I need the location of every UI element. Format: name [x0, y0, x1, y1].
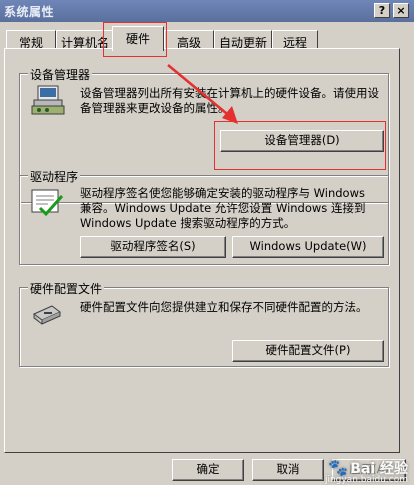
- hardware-profiles-title: 硬件配置文件: [28, 280, 105, 297]
- watermark: 🐾 Bai 经验 jingyan.baidu.com: [325, 458, 408, 485]
- tab-hardware[interactable]: 硬件: [112, 26, 164, 51]
- title-bar: 系统属性 ? ×: [0, 0, 414, 22]
- cancel-button[interactable]: 取消: [252, 459, 324, 481]
- device-manager-title: 设备管理器: [28, 66, 93, 83]
- driver-signing-icon: [31, 189, 64, 217]
- device-manager-description: 设备管理器列出所有安装在计算机上的硬件设备。请使用设备管理器来更改设备的属性。: [80, 86, 379, 115]
- tab-computer-name[interactable]: 计算机名: [56, 30, 114, 50]
- drivers-description: 驱动程序签名使您能够确定安装的驱动程序与 Windows 兼容。Windows …: [80, 186, 366, 230]
- hardware-panel: 设备管理器 设备管理器列出所有安装在计算机上的硬件设备。请使用设备管理器来更改设…: [4, 48, 400, 453]
- hardware-profiles-group: 硬件配置文件 硬件配置文件向您提供建立和保存不同硬件配置的方法。 硬件配置文件(…: [19, 280, 389, 367]
- tab-remote[interactable]: 远程: [272, 30, 318, 50]
- tab-advanced[interactable]: 高级: [164, 30, 214, 50]
- window-title: 系统属性: [4, 5, 55, 19]
- driver-signing-button[interactable]: 驱动程序签名(S): [80, 236, 226, 258]
- drivers-group: 驱动程序 驱动程序签名使您能够确定安装的驱动程序与 Windows 兼容。Win…: [19, 168, 389, 265]
- help-button[interactable]: ?: [374, 3, 390, 18]
- device-manager-icon: [31, 85, 65, 115]
- close-button[interactable]: ×: [393, 3, 409, 18]
- hardware-profiles-description: 硬件配置文件向您提供建立和保存不同硬件配置的方法。: [80, 300, 368, 314]
- hardware-profile-icon: [33, 305, 61, 325]
- tab-auto-update[interactable]: 自动更新: [214, 30, 272, 50]
- tab-strip: 常规 计算机名 硬件 高级 自动更新 远程: [0, 22, 414, 51]
- drivers-title: 驱动程序: [28, 168, 81, 185]
- windows-update-button[interactable]: Windows Update(W): [232, 236, 384, 258]
- ok-button[interactable]: 确定: [172, 459, 244, 481]
- device-manager-button[interactable]: 设备管理器(D): [220, 130, 384, 152]
- tab-general[interactable]: 常规: [6, 30, 56, 50]
- hardware-profiles-button[interactable]: 硬件配置文件(P): [232, 340, 384, 362]
